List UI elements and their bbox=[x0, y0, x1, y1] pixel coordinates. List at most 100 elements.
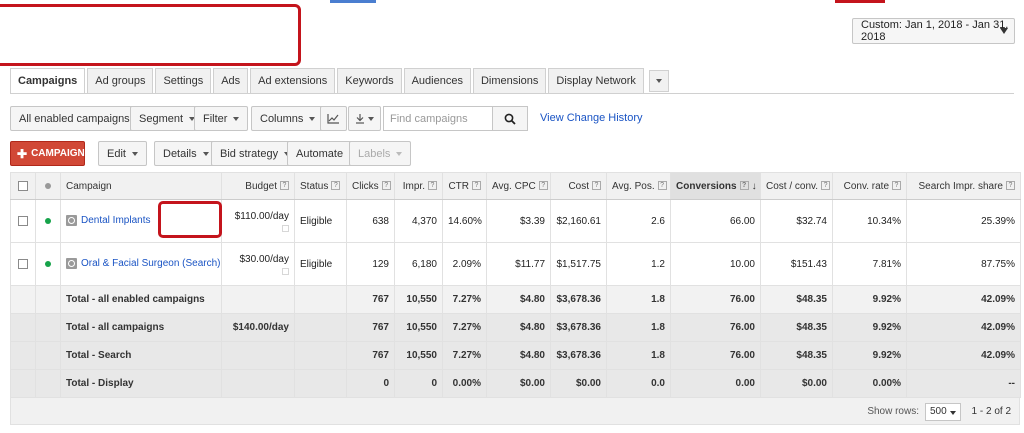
avg-pos-cell: 1.2 bbox=[606, 242, 671, 286]
column-header-impr[interactable]: Impr.? bbox=[394, 172, 443, 200]
tab-ads[interactable]: Ads bbox=[213, 68, 249, 93]
bid-strategy-button[interactable]: Bid strategy bbox=[211, 141, 300, 166]
search-impr-share-cell: 87.75% bbox=[906, 242, 1021, 286]
download-button[interactable] bbox=[348, 106, 381, 131]
column-header-avg-pos[interactable]: Avg. Pos.? bbox=[606, 172, 671, 200]
tab-ad-groups[interactable]: Ad groups bbox=[87, 68, 154, 93]
total-avg-pos: 0.0 bbox=[606, 369, 671, 398]
tab-display-network[interactable]: Display Network bbox=[548, 68, 644, 93]
help-icon[interactable]: ? bbox=[821, 181, 831, 191]
help-icon[interactable]: ? bbox=[592, 181, 601, 191]
column-label: Search Impr. share bbox=[918, 180, 1003, 192]
tab-ad-extensions[interactable]: Ad extensions bbox=[250, 68, 336, 93]
add-campaign-button[interactable]: ✚ CAMPAIGN bbox=[10, 141, 97, 166]
conv-rate-cell: 10.34% bbox=[832, 199, 907, 243]
empty-cell bbox=[294, 313, 347, 342]
select-all-checkbox[interactable] bbox=[18, 180, 28, 191]
column-label: Avg. CPC bbox=[492, 180, 536, 192]
total-search-impr-share: 42.09% bbox=[906, 341, 1021, 370]
cost-cell: $2,160.61 bbox=[550, 199, 607, 243]
total-cost: $3,678.36 bbox=[550, 285, 607, 314]
total-cost-per-conv: $48.35 bbox=[760, 341, 833, 370]
campaign-link[interactable]: Oral & Facial Surgeon (Search) bbox=[81, 258, 221, 269]
total-cost: $3,678.36 bbox=[550, 313, 607, 342]
help-icon[interactable]: ? bbox=[472, 181, 481, 191]
edit-budget-icon[interactable] bbox=[282, 224, 289, 232]
budget-cell[interactable]: $110.00/day bbox=[221, 199, 295, 243]
total-avg-cpc: $4.80 bbox=[486, 285, 551, 314]
column-header-budget[interactable]: Budget? bbox=[221, 172, 295, 200]
total-conv-rate: 0.00% bbox=[832, 369, 907, 398]
edit-button[interactable]: Edit bbox=[98, 141, 147, 166]
ctr-cell: 2.09% bbox=[442, 242, 487, 286]
chevron-down-icon bbox=[396, 151, 403, 156]
help-icon[interactable]: ? bbox=[381, 181, 391, 191]
search-button[interactable] bbox=[492, 106, 528, 131]
download-icon bbox=[356, 114, 364, 124]
budget-value: $110.00/day bbox=[234, 210, 289, 222]
enabled-status-dot-icon[interactable] bbox=[45, 260, 51, 267]
total-conv-rate: 9.92% bbox=[832, 313, 907, 342]
view-change-history-link[interactable]: View Change History bbox=[540, 112, 643, 124]
total-search-impr-share: 42.09% bbox=[906, 285, 1021, 314]
column-header-campaign[interactable]: Campaign bbox=[60, 172, 222, 200]
filter-button[interactable]: Filter bbox=[194, 106, 249, 131]
help-icon[interactable]: ? bbox=[1006, 181, 1015, 191]
tab-settings[interactable]: Settings bbox=[155, 68, 212, 93]
row-checkbox[interactable] bbox=[18, 215, 28, 226]
date-range-picker[interactable]: Custom: Jan 1, 2018 - Jan 31, 2018 bbox=[852, 18, 1015, 44]
empty-cell bbox=[10, 313, 36, 342]
impr-cell: 4,370 bbox=[394, 199, 443, 243]
labels-button[interactable]: Labels bbox=[349, 141, 412, 166]
column-header-cost[interactable]: Cost? bbox=[550, 172, 607, 200]
help-icon[interactable]: ? bbox=[657, 181, 667, 191]
help-icon[interactable]: ? bbox=[331, 181, 341, 191]
segment-button[interactable]: Segment bbox=[130, 106, 205, 131]
chevron-down-icon bbox=[233, 116, 240, 121]
column-header-avg-cpc[interactable]: Avg. CPC? bbox=[486, 172, 551, 200]
column-header-ctr[interactable]: CTR? bbox=[442, 172, 487, 200]
enabled-status-dot-icon[interactable] bbox=[45, 217, 51, 224]
row-checkbox[interactable] bbox=[18, 258, 28, 269]
total-avg-cpc: $4.80 bbox=[486, 313, 551, 342]
column-header-search-impr-share[interactable]: Search Impr. share? bbox=[906, 172, 1021, 200]
column-header-cost-per-conv[interactable]: Cost / conv.? bbox=[760, 172, 833, 200]
bid-strategy-label: Bid strategy bbox=[220, 147, 279, 160]
column-header-clicks[interactable]: Clicks? bbox=[346, 172, 395, 200]
column-header-conv-rate[interactable]: Conv. rate? bbox=[832, 172, 907, 200]
column-label: Impr. bbox=[402, 180, 425, 192]
details-button[interactable]: Details bbox=[154, 141, 218, 166]
chevron-down-icon bbox=[90, 151, 97, 156]
status-cell: Eligible bbox=[294, 199, 347, 243]
tab-dimensions[interactable]: Dimensions bbox=[472, 68, 547, 93]
columns-button[interactable]: Columns bbox=[251, 106, 325, 131]
help-icon[interactable]: ? bbox=[538, 181, 548, 191]
help-icon[interactable]: ? bbox=[280, 181, 289, 191]
total-conversions: 76.00 bbox=[670, 313, 761, 342]
help-icon[interactable]: ? bbox=[892, 181, 901, 191]
campaign-link[interactable]: Dental Implants bbox=[81, 215, 150, 226]
more-tabs-button[interactable] bbox=[648, 70, 669, 92]
empty-cell bbox=[10, 369, 36, 398]
total-avg-pos: 1.8 bbox=[606, 341, 671, 370]
status-dot-icon bbox=[45, 182, 51, 189]
help-icon[interactable]: ? bbox=[428, 181, 437, 191]
table-row: Oral & Facial Surgeon (Search) $30.00/da… bbox=[10, 242, 1021, 286]
top-tab-edge-red bbox=[835, 0, 885, 3]
column-header-conversions[interactable]: Conversions? ↓ bbox=[670, 172, 761, 200]
edit-budget-icon[interactable] bbox=[282, 267, 289, 275]
search-input[interactable]: Find campaigns bbox=[383, 106, 493, 131]
date-range-label: Custom: Jan 1, 2018 - Jan 31, 2018 bbox=[861, 19, 1009, 43]
help-icon[interactable]: ? bbox=[739, 181, 749, 191]
segment-label: Segment bbox=[139, 112, 184, 125]
column-header-status[interactable]: Status? bbox=[294, 172, 347, 200]
budget-cell[interactable]: $30.00/day bbox=[221, 242, 295, 286]
highlight-box-top bbox=[0, 4, 301, 66]
tab-audiences[interactable]: Audiences bbox=[403, 68, 471, 93]
empty-cell bbox=[294, 285, 347, 314]
rows-per-page-select[interactable]: 500 bbox=[925, 403, 961, 421]
tab-keywords[interactable]: Keywords bbox=[337, 68, 402, 93]
chart-toggle-button[interactable] bbox=[320, 106, 347, 131]
tab-campaigns[interactable]: Campaigns bbox=[10, 68, 86, 94]
row-status-cell bbox=[35, 242, 61, 286]
